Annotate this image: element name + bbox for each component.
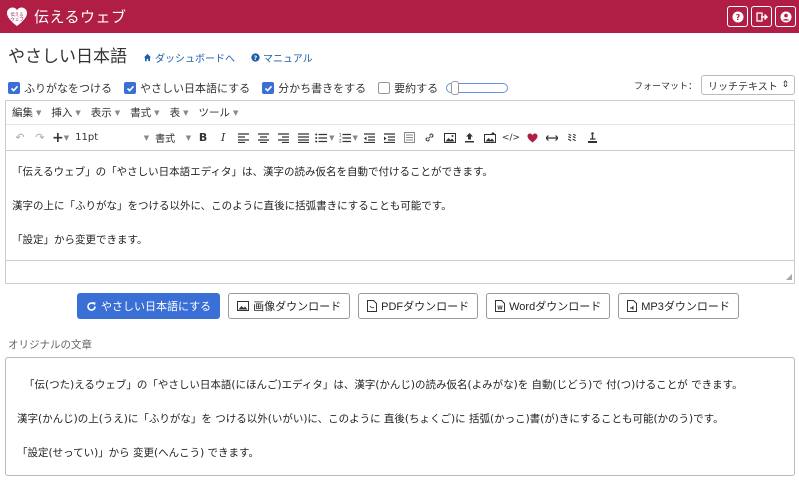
easy-japanese-checkbox[interactable]: やさしい日本語にする	[124, 80, 250, 96]
easy-japanese-label: やさしい日本語にする	[140, 82, 251, 95]
dashboard-link-label: ダッシュボードへ	[155, 54, 235, 65]
dashboard-link[interactable]: ダッシュボードへ	[143, 50, 235, 65]
image-icon[interactable]	[442, 129, 458, 147]
refresh-icon	[87, 301, 96, 311]
word-file-icon: W	[495, 300, 506, 312]
menu-table[interactable]: 表 ▼	[170, 105, 189, 120]
svg-text:1: 1	[339, 133, 342, 138]
undo-icon[interactable]: ↶	[12, 129, 28, 147]
bold-icon[interactable]: B	[195, 129, 211, 147]
word-download-button[interactable]: W Wordダウンロード	[486, 293, 611, 319]
horizontal-arrows-icon[interactable]	[544, 129, 560, 147]
original-paragraph: 「伝(つた)えるウェブ」の「やさしい日本語(にほんご)エディタ」は、漢字(かんじ…	[24, 379, 743, 391]
user-icon[interactable]	[775, 6, 796, 27]
format-label: フォーマット：	[633, 81, 697, 92]
help-icon[interactable]: ?	[727, 6, 748, 27]
svg-text:W: W	[497, 306, 503, 312]
align-center-icon[interactable]	[255, 129, 271, 147]
summary-slider[interactable]	[446, 81, 509, 95]
chevron-down-icon: ▼	[36, 108, 42, 117]
wakachi-label: 分かち書きをする	[278, 82, 367, 95]
image-upload-icon[interactable]	[482, 129, 498, 147]
redo-icon[interactable]: ↷	[32, 129, 48, 147]
furigana-label: ふりがなをつける	[24, 82, 112, 95]
resize-handle-icon[interactable]: ◢	[786, 272, 792, 281]
menu-format[interactable]: 書式 ▼	[130, 105, 159, 120]
chevron-down-icon: ▼	[154, 108, 160, 117]
align-justify-icon[interactable]	[295, 129, 311, 147]
menu-edit[interactable]: 編集 ▼	[12, 105, 41, 120]
summary-checkbox[interactable]: 要約する	[378, 80, 438, 96]
svg-text:?: ?	[735, 13, 740, 22]
rich-text-editor: 編集 ▼ 挿入 ▼ 表示 ▼ 書式 ▼ 表 ▼ ツール ▼ ↶ ↷ + ▼ 11pt ▼ 書式 ▼…	[5, 100, 795, 284]
editor-paragraph: 「設定」から変更できます。	[12, 234, 148, 246]
convert-easy-japanese-button[interactable]: やさしい日本語にする	[77, 293, 221, 319]
chevron-down-icon: ▼	[232, 108, 239, 117]
upload-icon[interactable]	[462, 129, 478, 147]
format-dropdown[interactable]: 書式 ▼	[155, 129, 191, 147]
align-right-icon[interactable]	[275, 129, 291, 147]
editor-content[interactable]: 「伝えるウェブ」の「やさしい日本語エディタ」は、漢字の読み仮名を自動で付けること…	[6, 151, 794, 261]
menu-view[interactable]: 表示 ▼	[91, 105, 120, 120]
mp3-download-button[interactable]: MP3ダウンロード	[618, 293, 739, 319]
indent-icon[interactable]	[382, 129, 398, 147]
original-paragraph: 「設定(せってい)」から 変更(へんこう) できます。	[17, 447, 259, 459]
chevron-down-icon: ▼	[183, 108, 189, 117]
code-icon[interactable]: </>	[502, 129, 520, 147]
numbered-list-icon[interactable]: 1 2 ▼	[339, 129, 358, 147]
ruby-icon[interactable]	[402, 129, 418, 147]
pdf-download-button[interactable]: PDFダウンロード	[358, 293, 479, 319]
editor-paragraph: 「伝えるウェブ」の「やさしい日本語エディタ」は、漢字の読み仮名を自動で付けること…	[12, 166, 493, 178]
outdent-icon[interactable]	[362, 129, 378, 147]
brand-link[interactable]: 伝える ウェブ 伝えるウェブ	[6, 6, 127, 28]
align-left-icon[interactable]	[235, 129, 251, 147]
insert-plus-icon[interactable]: + ▼	[52, 129, 69, 147]
checkbox-checked-icon	[8, 82, 20, 94]
menu-insert[interactable]: 挿入 ▼	[51, 105, 80, 120]
svg-text:?: ?	[254, 55, 258, 62]
heart-icon[interactable]	[524, 129, 540, 147]
audio-file-icon	[627, 300, 638, 312]
select-caret-icon: ⇕	[781, 80, 789, 90]
wakachi-checkbox[interactable]: 分かち書きをする	[262, 80, 366, 96]
checkbox-unchecked-icon	[378, 82, 391, 94]
summary-label: 要約する	[394, 82, 439, 95]
font-size-select[interactable]: 11pt ▼	[73, 129, 151, 147]
original-text-box: 「伝(つた)えるウェブ」の「やさしい日本語(にほんご)エディタ」は、漢字(かんじ…	[5, 357, 795, 476]
image-icon	[237, 301, 250, 311]
special-char-icon[interactable]: ﾐﾐ	[564, 129, 580, 147]
chevron-down-icon: ▼	[114, 108, 121, 117]
question-circle-icon: ?	[251, 53, 260, 62]
heart-logo-icon: 伝える ウェブ	[6, 6, 28, 28]
image-download-button[interactable]: 画像ダウンロード	[228, 293, 351, 319]
slider-handle[interactable]	[451, 81, 460, 95]
bullet-list-icon[interactable]: ▼	[315, 129, 335, 147]
menu-tools[interactable]: ツール ▼	[198, 105, 238, 120]
top-navbar: 伝える ウェブ 伝えるウェブ ?	[0, 0, 799, 33]
checkbox-checked-icon	[124, 82, 136, 94]
furigana-checkbox[interactable]: ふりがなをつける	[8, 80, 112, 96]
chevron-down-icon: ▼	[75, 108, 81, 117]
original-text-label: オリジナルの文章	[8, 339, 92, 351]
pdf-file-icon	[367, 300, 378, 312]
manual-link-label: マニュアル	[263, 54, 313, 65]
editor-paragraph: 漢字の上に「ふりがな」をつける以外に、このように直後に括弧書きにすることも可能で…	[12, 200, 452, 212]
link-icon[interactable]	[422, 129, 438, 147]
checkbox-checked-icon	[262, 82, 275, 94]
svg-text:ウェブ: ウェブ	[10, 16, 24, 23]
format-select[interactable]: リッチテキスト ⇕	[701, 75, 795, 95]
home-icon	[143, 53, 152, 62]
manual-link[interactable]: ? マニュアル	[251, 50, 313, 65]
svg-text:2: 2	[339, 138, 342, 143]
logout-icon[interactable]	[751, 6, 772, 27]
brand-name: 伝えるウェブ	[34, 8, 127, 26]
editor-menubar: 編集 ▼ 挿入 ▼ 表示 ▼ 書式 ▼ 表 ▼ ツール ▼	[6, 101, 794, 125]
editor-toolbar: ↶ ↷ + ▼ 11pt ▼ 書式 ▼ B I ▼ 1 2 ▼ </> ﾐﾐ	[6, 125, 794, 151]
wheelchair-icon[interactable]	[584, 129, 600, 147]
original-paragraph: 漢字(かんじ)の上(うえ)に「ふりがな」を つける以外(いがい)に、このように …	[17, 413, 724, 425]
italic-icon[interactable]: I	[215, 129, 231, 147]
format-select-value: リッチテキスト	[708, 81, 778, 93]
page-title: やさしい日本語	[8, 47, 127, 67]
svg-text:伝える: 伝える	[10, 11, 23, 18]
